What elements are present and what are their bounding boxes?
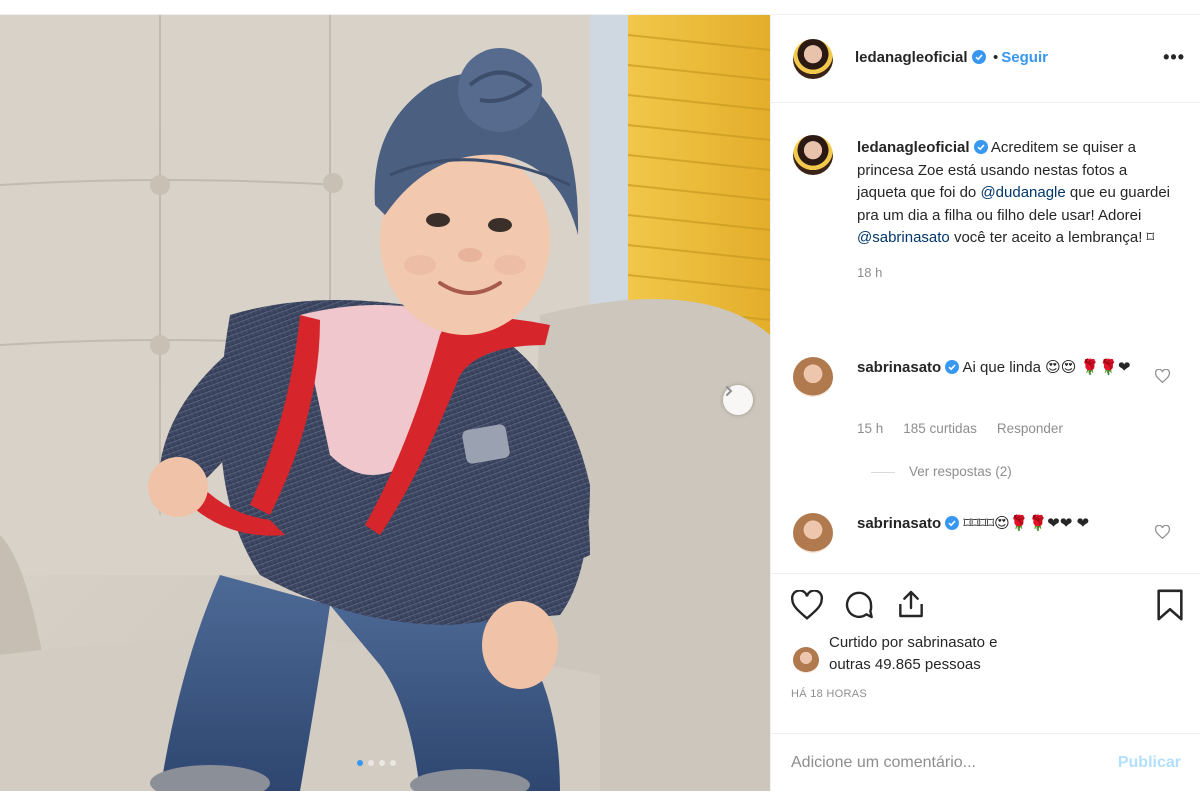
replies-divider — [871, 471, 895, 473]
liker-avatar[interactable] — [793, 647, 819, 673]
carousel-dot — [379, 760, 385, 766]
likes-prefix: Curtido por — [829, 634, 908, 651]
caption-username[interactable]: ledanagleoficial — [857, 139, 970, 156]
heart-icon[interactable] — [791, 590, 823, 620]
publish-button[interactable]: Publicar — [1118, 754, 1181, 772]
carousel-dot — [368, 760, 374, 766]
comment: sabrinasato ⌑⌑⌑⌑😍🌹🌹❤❤ ❤ — [857, 513, 1157, 535]
share-icon[interactable] — [895, 588, 927, 620]
comment: sabrinasato Ai que linda 😍😍 🌹🌹❤ — [857, 357, 1157, 379]
verified-icon — [945, 360, 960, 374]
post-time-ago[interactable]: HÁ 18 HORAS — [791, 688, 867, 700]
carousel-dot-active — [357, 760, 363, 766]
caption-time[interactable]: 18 h — [857, 262, 1175, 285]
likes-others[interactable]: outras 49.865 pessoas — [829, 656, 981, 673]
comment-text: ⌑⌑⌑⌑😍🌹🌹❤❤ ❤ — [959, 515, 1090, 532]
mention-link[interactable]: @sabrinasato — [857, 229, 950, 246]
post-photo[interactable] — [0, 15, 770, 791]
view-replies-label: Ver respostas (2) — [909, 464, 1012, 479]
header-user-line: ledanagleoficial • Seguir — [855, 49, 1048, 67]
comment-input[interactable] — [791, 753, 1118, 772]
avatar[interactable] — [793, 39, 833, 79]
bookmark-icon[interactable] — [1155, 588, 1185, 622]
more-options-button[interactable]: ••• — [1163, 47, 1185, 68]
verified-icon — [973, 140, 988, 154]
add-comment-bar: Publicar — [771, 733, 1200, 791]
post-author-username[interactable]: ledanagleoficial — [855, 49, 968, 66]
view-replies-button[interactable]: Ver respostas (2) — [871, 464, 1012, 479]
likes-middle: e — [984, 634, 998, 651]
next-photo-button[interactable] — [723, 385, 753, 415]
post-actions: Curtido por sabrinasato e outras 49.865 … — [771, 573, 1200, 733]
comment-likes[interactable]: 185 curtidas — [903, 421, 977, 436]
caption-avatar[interactable] — [793, 135, 833, 175]
caption-text-3: você ter aceito a lembrança! ⌑ — [949, 229, 1155, 246]
carousel-dot — [390, 760, 396, 766]
comment-text: Ai que linda 😍😍 🌹🌹❤ — [959, 359, 1131, 376]
verified-icon — [945, 516, 960, 530]
comment-avatar[interactable] — [793, 357, 833, 397]
comment-time: 15 h — [857, 421, 884, 436]
baby-photo-illustration — [0, 15, 770, 791]
reply-button[interactable]: Responder — [997, 421, 1063, 436]
comment-icon[interactable] — [843, 589, 875, 621]
comment-meta: 15 h 185 curtidas Responder — [857, 421, 1063, 436]
mention-link[interactable]: @dudanagle — [980, 184, 1065, 201]
follow-button[interactable]: Seguir — [1001, 49, 1048, 66]
verified-icon — [971, 50, 986, 64]
comment-username[interactable]: sabrinasato — [857, 515, 941, 532]
heart-icon[interactable] — [1155, 525, 1170, 539]
comment-username[interactable]: sabrinasato — [857, 359, 941, 376]
next-arrow-icon — [726, 386, 733, 396]
post-header: ledanagleoficial • Seguir ••• — [771, 15, 1200, 103]
likes-summary[interactable]: Curtido por sabrinasato e outras 49.865 … — [829, 632, 997, 676]
post-caption: ledanagleoficial Acreditem se quiser a p… — [857, 137, 1175, 284]
comment-avatar[interactable] — [793, 513, 833, 553]
instagram-post: ledanagleoficial • Seguir ••• ledanagleof… — [0, 14, 1200, 791]
follow-separator: • — [993, 49, 999, 66]
post-side-panel: ledanagleoficial • Seguir ••• ledanagleof… — [770, 15, 1200, 791]
carousel-indicator — [357, 760, 396, 766]
likes-user[interactable]: sabrinasato — [907, 634, 985, 651]
heart-icon[interactable] — [1155, 369, 1170, 383]
